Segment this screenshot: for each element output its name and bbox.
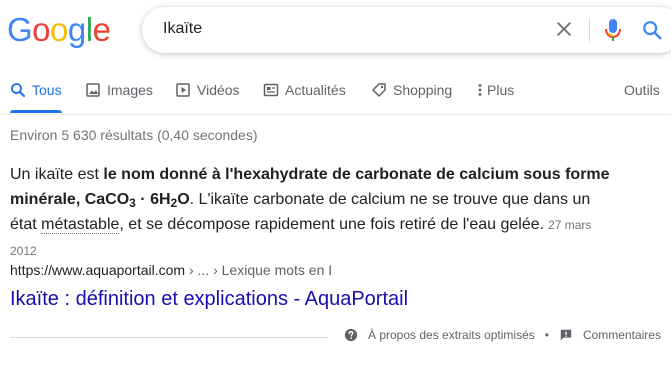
tab-actualites[interactable]: Actualités xyxy=(263,80,346,113)
search-box[interactable]: Ikaïte xyxy=(142,7,671,53)
cite-breadcrumb: › ... › Lexique mots en I xyxy=(185,262,333,278)
active-tab-indicator xyxy=(10,110,62,113)
result-stats: Environ 5 630 résultats (0,40 secondes) xyxy=(10,127,258,143)
google-logo[interactable]: Google xyxy=(7,10,111,50)
news-icon xyxy=(263,83,279,97)
tab-label: Actualités xyxy=(285,82,346,98)
logo-letter: e xyxy=(92,11,111,48)
definition-link[interactable]: métastable xyxy=(41,216,120,234)
search-icon xyxy=(11,83,25,97)
tab-outils[interactable]: Outils xyxy=(624,80,660,113)
snippet-text: , et se décompose rapidement une fois re… xyxy=(119,216,545,233)
divider xyxy=(10,337,328,338)
logo-letter: o xyxy=(50,11,68,48)
tab-videos[interactable]: Vidéos xyxy=(175,80,240,113)
tab-label: Shopping xyxy=(393,82,453,98)
snippet-text: Un ikaïte est xyxy=(10,166,104,183)
tab-label: Tous xyxy=(32,82,62,98)
separator-bullet: • xyxy=(544,328,549,342)
tab-plus[interactable]: Plus xyxy=(476,80,514,113)
tab-shopping[interactable]: Shopping xyxy=(371,80,452,113)
result-title-link[interactable]: Ikaïte : définition et explications - Aq… xyxy=(10,286,408,312)
snippet-footer: À propos des extraits optimisés • Commen… xyxy=(344,328,661,342)
search-tabs: Tous Images Vidéos Actualités Shopping P… xyxy=(0,80,671,115)
snippet-bold-text: O xyxy=(177,191,190,208)
tab-label: Vidéos xyxy=(197,82,240,98)
tab-label: Outils xyxy=(624,82,660,98)
search-icon[interactable] xyxy=(641,19,663,41)
tab-images[interactable]: Images xyxy=(85,80,153,113)
logo-letter: G xyxy=(7,11,33,48)
divider xyxy=(589,18,590,42)
tab-label: Images xyxy=(107,82,153,98)
play-icon xyxy=(176,83,190,97)
feedback-icon[interactable] xyxy=(559,328,573,342)
about-snippets-link[interactable]: À propos des extraits optimisés xyxy=(368,328,535,342)
tab-tous[interactable]: Tous xyxy=(10,80,62,113)
image-icon xyxy=(86,83,100,97)
result-cite[interactable]: https://www.aquaportail.com › ... › Lexi… xyxy=(10,262,332,278)
help-icon[interactable] xyxy=(344,328,358,342)
featured-snippet: Un ikaïte est le nom donné à l'hexahydra… xyxy=(10,162,620,264)
cite-url: https://www.aquaportail.com xyxy=(10,262,186,278)
tab-label: Plus xyxy=(487,82,515,98)
close-icon[interactable] xyxy=(554,19,574,39)
more-vert-icon xyxy=(478,84,482,96)
logo-letter: o xyxy=(32,11,51,48)
snippet-bold-text: · 6H xyxy=(135,191,171,208)
tag-icon xyxy=(372,83,386,97)
logo-letter: l xyxy=(85,11,93,48)
search-input[interactable]: Ikaïte xyxy=(163,20,202,38)
mic-icon[interactable] xyxy=(604,18,622,42)
feedback-link[interactable]: Commentaires xyxy=(583,328,661,342)
subscript: 3 xyxy=(129,196,136,210)
logo-letter: g xyxy=(67,11,86,48)
